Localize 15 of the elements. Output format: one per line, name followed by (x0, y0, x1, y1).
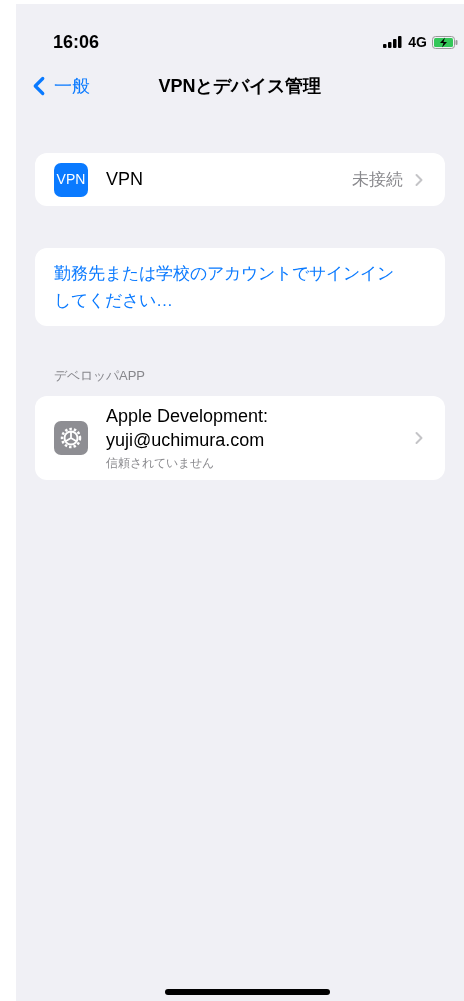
status-time: 16:06 (53, 30, 100, 54)
profile-status: 信頼されていません (106, 454, 215, 472)
back-button[interactable]: 一般 (24, 71, 90, 101)
network-label: 4G (408, 32, 427, 52)
vpn-icon: VPN (54, 162, 88, 197)
vpn-row[interactable]: VPN VPN 未接続 (35, 153, 445, 206)
section-header: デベロッパAPP (54, 367, 146, 385)
signal-icon (383, 36, 404, 48)
profile-title: Apple Development: yuji@uchimura.com (106, 404, 270, 452)
vpn-label: VPN (106, 168, 144, 191)
signin-link[interactable]: 勤務先または学校のアカウントでサインインしてください… (54, 260, 404, 314)
profile-row[interactable]: Apple Development: yuji@uchimura.com 信頼されていません (35, 395, 445, 480)
gear-icon (54, 420, 88, 455)
vpn-status: 未接続 (352, 168, 403, 191)
page-title: VPNとデバイス管理 (158, 74, 322, 98)
